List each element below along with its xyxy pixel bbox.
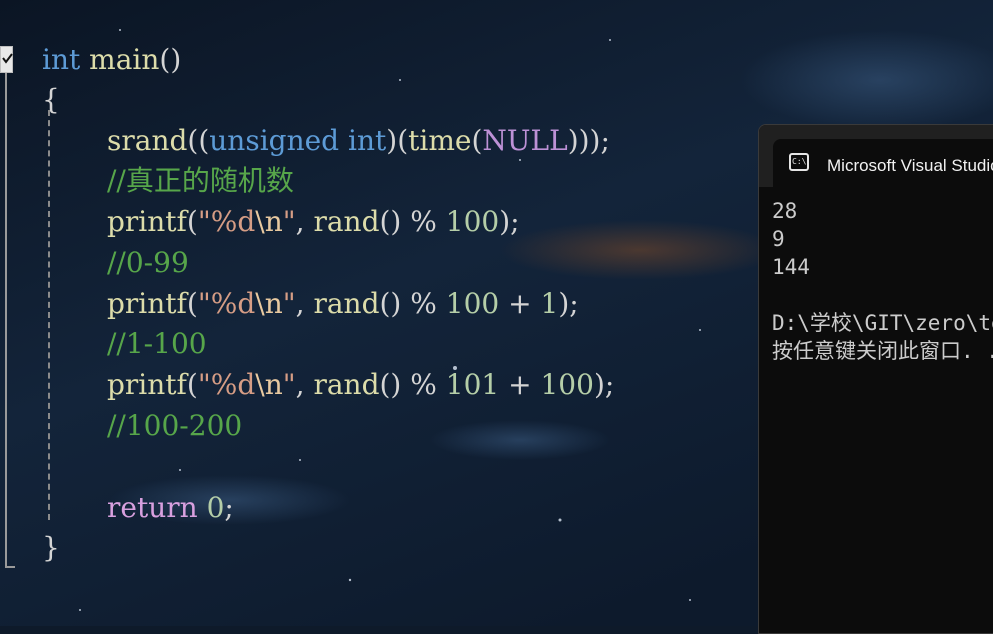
code-line[interactable]: printf("%d\n", rand() % 100); [107,204,520,240]
code-token: "%d [197,287,256,320]
code-token: printf [107,368,187,401]
code-token: ); [593,368,615,401]
code-token: time [408,124,472,157]
code-line[interactable]: return 0; [107,490,234,526]
code-token: 1 [540,287,559,320]
code-token: } [42,531,60,564]
console-output-line: 144 [772,255,810,279]
console-output-line: 9 [772,227,785,251]
code-token: "%d [197,205,256,238]
code-token: 100 [445,287,500,320]
console-titlebar[interactable]: C:\ Microsoft Visual Studio 调试控制台 [759,125,993,187]
code-token: //真正的随机数 [107,164,294,197]
code-line[interactable]: } [42,530,60,566]
debug-console-window[interactable]: C:\ Microsoft Visual Studio 调试控制台 28 9 1… [758,124,993,634]
code-token: //100-200 [107,409,243,442]
console-output-path: D:\学校\GIT\zero\test\x64\Debug\test.exe [772,311,993,335]
code-token: "%d [197,368,256,401]
code-token: , [295,287,314,320]
code-token: () % [379,287,446,320]
console-icon: C:\ [789,153,809,171]
code-token: //0-99 [107,246,189,279]
code-line[interactable]: //0-99 [107,245,189,281]
code-token: " [282,368,296,401]
code-token: //1-100 [107,327,207,360]
console-output-line: 28 [772,199,798,223]
code-token: ( [186,287,198,320]
code-token: " [282,287,296,320]
code-line[interactable]: //100-200 [107,408,242,444]
code-token: \n [255,205,283,238]
code-line[interactable]: printf("%d\n", rand() % 101 + 100); [107,367,614,403]
code-token: 100 [540,368,594,401]
code-token: main [80,43,160,76]
code-token: ; [224,491,234,524]
code-token: + [499,287,541,320]
code-token: return [107,491,198,524]
console-tab[interactable]: C:\ Microsoft Visual Studio 调试控制台 [773,139,993,187]
code-token: ))); [567,124,610,157]
code-token: { [42,83,60,116]
code-token: rand [313,368,380,401]
code-token: )( [386,124,409,157]
code-token: " [282,205,296,238]
code-token: 0 [206,491,225,524]
collapse-toggle[interactable] [0,46,13,73]
console-tab-title: Microsoft Visual Studio 调试控制台 [827,156,993,175]
code-token: srand [107,124,188,157]
code-line[interactable]: srand((unsigned int)(time(NULL))); [107,123,610,159]
code-editor[interactable]: int main(){srand((unsigned int)(time(NUL… [0,0,760,626]
code-line[interactable]: { [42,82,60,118]
code-token: () % [379,368,446,401]
code-token: printf [107,205,187,238]
code-token: () % [379,205,446,238]
indent-guide [48,110,50,520]
code-token: ); [499,205,520,238]
code-token: () [159,43,182,76]
code-token: (( [187,124,210,157]
outline-fold-end [5,566,15,568]
code-token: , [295,205,314,238]
code-token: \n [255,368,283,401]
code-token: \n [255,287,283,320]
code-line[interactable]: //真正的随机数 [107,163,294,199]
outline-fold-line [5,73,7,568]
code-line[interactable]: int main() [42,42,181,78]
code-token: rand [313,287,380,320]
code-token: NULL [482,124,568,157]
code-token: ( [186,205,198,238]
code-token: 100 [445,205,500,238]
code-line[interactable]: //1-100 [107,326,207,362]
code-token: , [295,368,314,401]
code-token: ( [186,368,198,401]
code-token: rand [313,205,380,238]
checkmark-icon [2,53,13,64]
code-line[interactable]: printf("%d\n", rand() % 100 + 1); [107,286,579,322]
code-token: unsigned [209,124,340,157]
console-output-prompt: 按任意键关闭此窗口. . . [772,339,993,363]
code-token: int [42,43,81,76]
code-token: ); [558,287,579,320]
code-token: + [499,368,541,401]
code-token: ( [471,124,483,157]
code-token: int [348,124,387,157]
code-token: 101 [445,368,500,401]
code-token: printf [107,287,187,320]
